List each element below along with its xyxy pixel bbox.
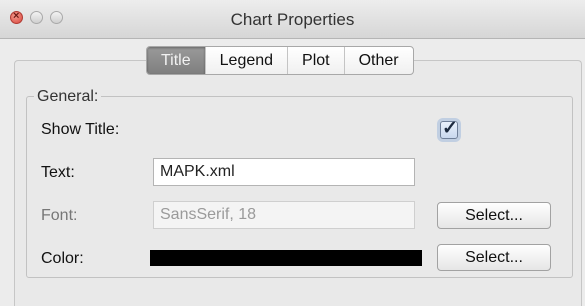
color-select-button[interactable]: Select... bbox=[437, 244, 551, 271]
show-title-checkbox[interactable]: ✓ bbox=[440, 118, 458, 139]
tab-bar: Title Legend Plot Other bbox=[146, 46, 414, 75]
font-field: SansSerif, 18 bbox=[153, 201, 415, 229]
window-title: Chart Properties bbox=[230, 10, 355, 29]
tab-title[interactable]: Title bbox=[147, 47, 206, 74]
title-text-field[interactable]: MAPK.xml bbox=[153, 158, 415, 186]
tab-other[interactable]: Other bbox=[345, 47, 413, 74]
tab-legend[interactable]: Legend bbox=[206, 47, 289, 74]
font-select-button[interactable]: Select... bbox=[437, 202, 551, 229]
tab-plot[interactable]: Plot bbox=[288, 47, 345, 74]
window-title-bar: × Chart Properties bbox=[0, 0, 585, 39]
color-label: Color: bbox=[41, 250, 84, 267]
color-swatch bbox=[150, 250, 422, 266]
general-group-label: General: bbox=[34, 88, 102, 106]
text-label: Text: bbox=[41, 164, 75, 181]
font-label: Font: bbox=[41, 207, 78, 224]
show-title-label: Show Title: bbox=[41, 121, 120, 138]
checkmark-icon: ✓ bbox=[442, 118, 458, 139]
